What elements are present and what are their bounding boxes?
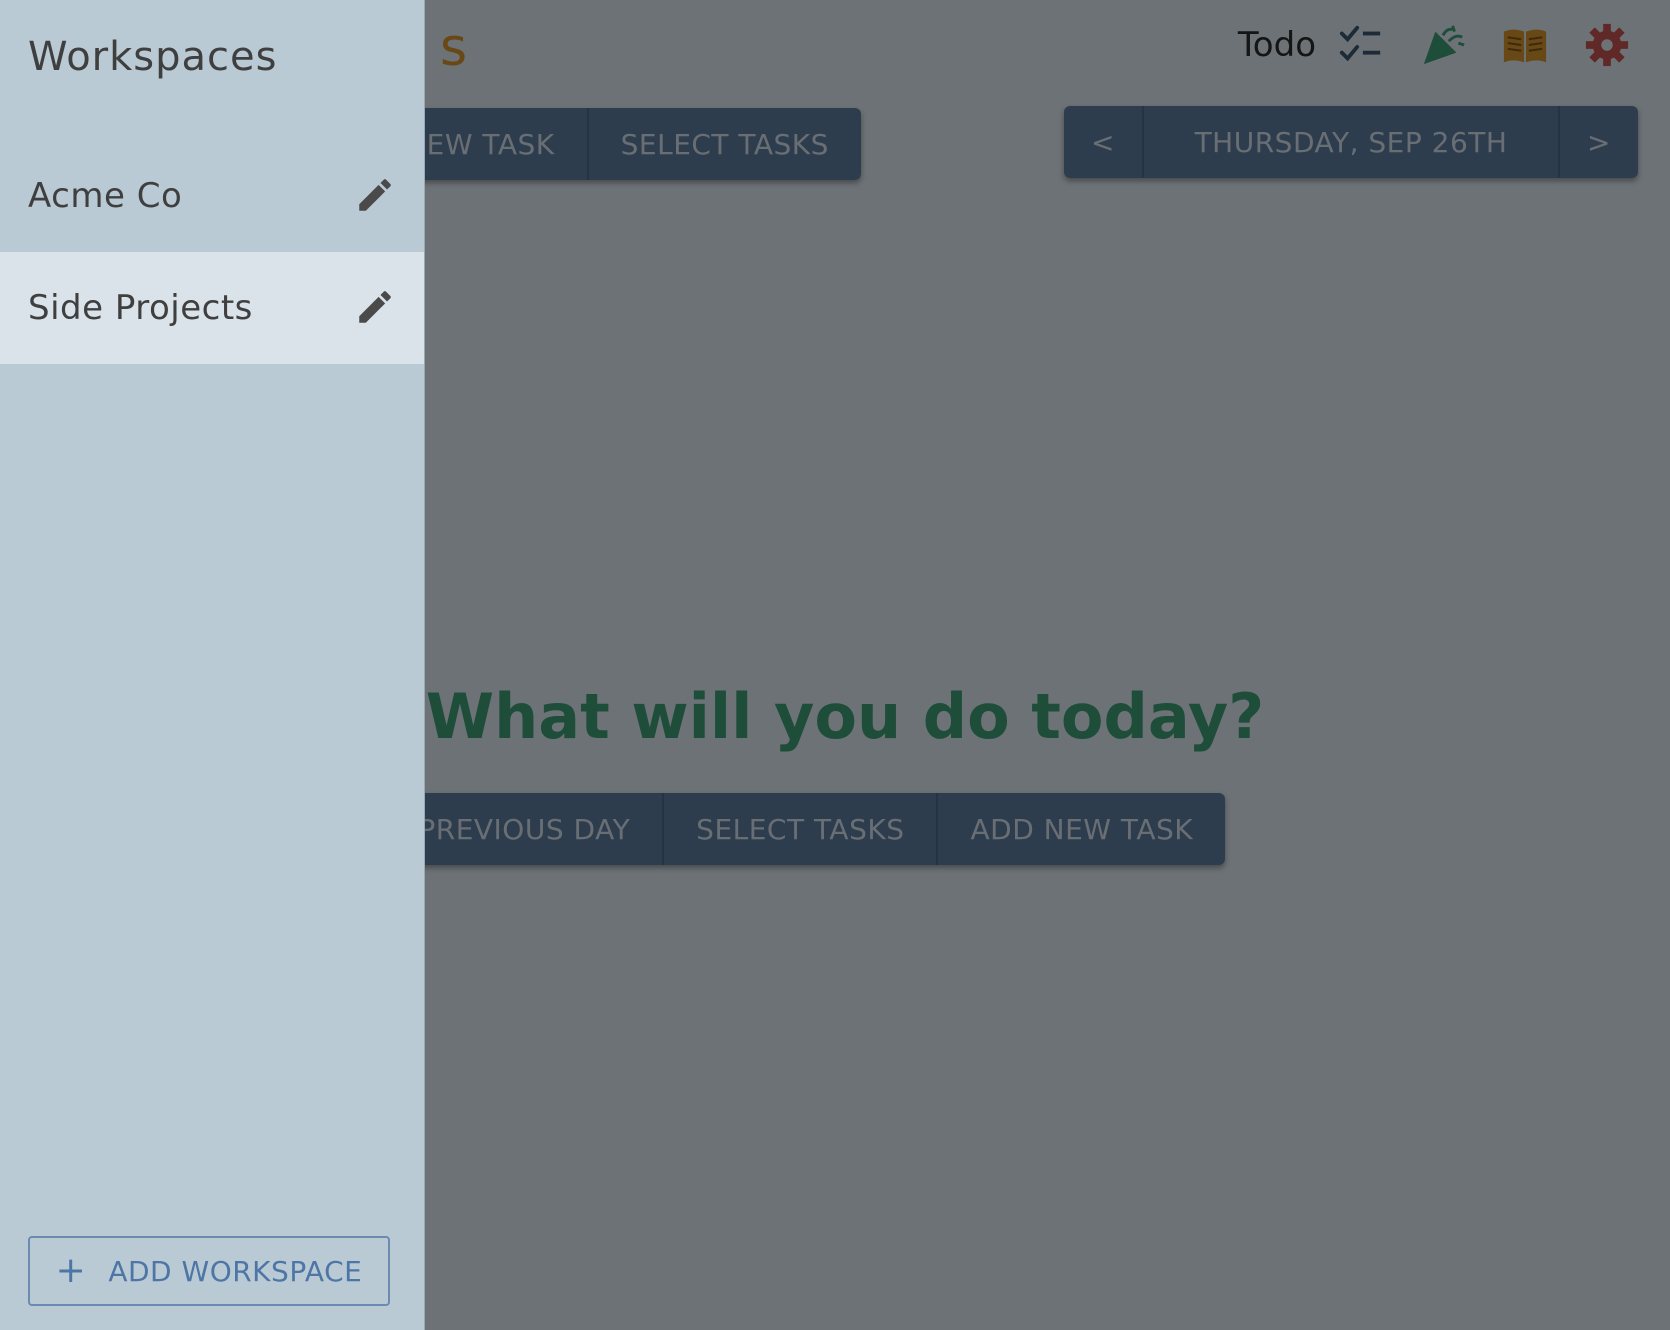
add-workspace-label: ADD WORKSPACE [108,1254,363,1288]
drawer-title: Workspaces [28,34,278,80]
workspace-drawer: Workspaces Acme Co Side Projects + ADD W… [0,0,425,1330]
add-workspace-button[interactable]: + ADD WORKSPACE [28,1236,390,1306]
workspace-item-side-projects[interactable]: Side Projects [0,252,424,364]
pencil-icon[interactable] [354,174,396,216]
workspace-name: Side Projects [28,288,253,328]
plus-icon: + [55,1250,87,1291]
pencil-icon[interactable] [354,286,396,328]
workspace-name: Acme Co [28,176,183,216]
workspace-item-acme-co[interactable]: Acme Co [0,140,424,252]
